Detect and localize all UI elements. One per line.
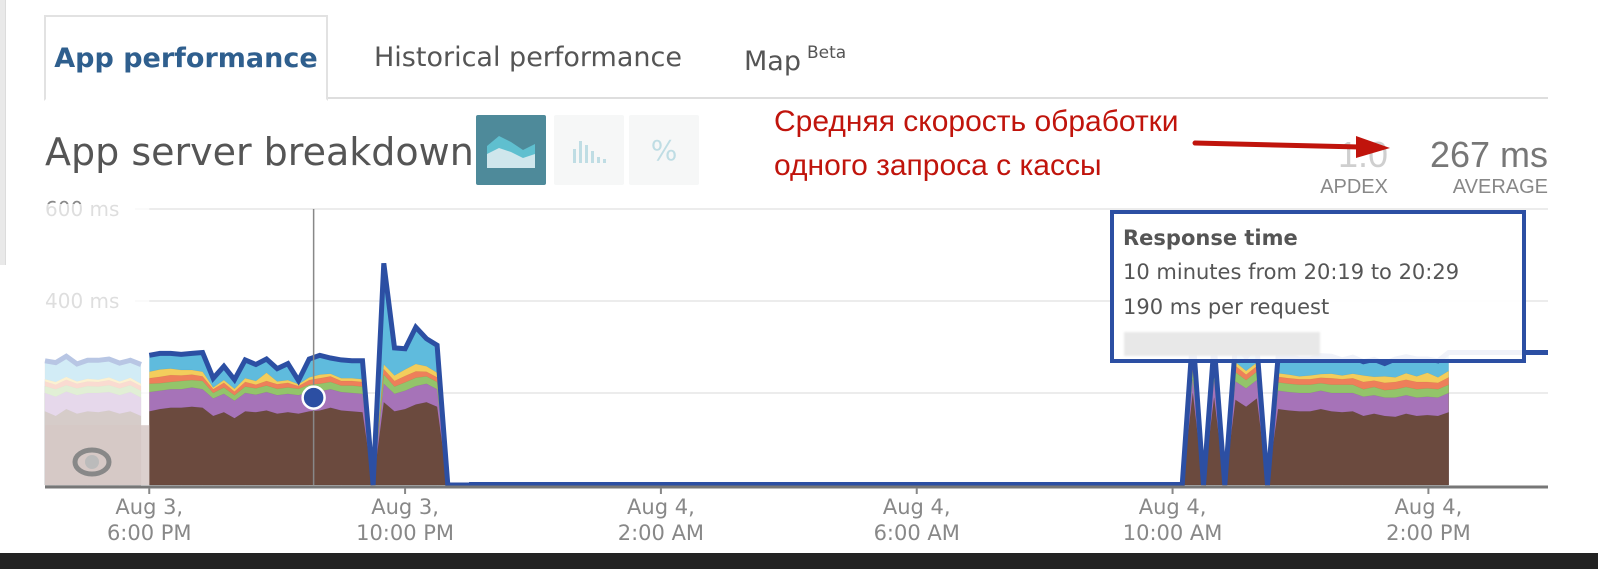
x-tick-label-time: 6:00 PM — [107, 521, 192, 545]
bar-chart-icon — [573, 141, 606, 163]
x-tick-label-time: 10:00 AM — [1123, 521, 1223, 545]
x-tick-label-date: Aug 4, — [1139, 495, 1207, 519]
tab-map[interactable]: Map Beta — [744, 19, 846, 103]
tooltip-title: Response time — [1123, 226, 1298, 250]
bar-chart-view-button[interactable] — [554, 115, 624, 185]
tooltip-time-range: 10 minutes from 20:19 to 20:29 — [1123, 260, 1460, 284]
area-base — [149, 401, 449, 486]
section-title: App server breakdown — [45, 130, 474, 174]
x-tick-label-time: 2:00 PM — [1386, 521, 1471, 545]
x-tick-label-time: 10:00 PM — [356, 521, 454, 545]
x-tick-label-date: Aug 4, — [883, 495, 951, 519]
bottom-edge — [0, 553, 1598, 569]
x-tick-label-date: Aug 3, — [371, 495, 439, 519]
tab-app-performance[interactable]: App performance — [44, 15, 328, 101]
average-value: 267 ms — [1429, 134, 1548, 175]
tab-bar: App performance Historical performance M… — [44, 15, 1548, 101]
annotation-line-2: одного запроса с кассы — [774, 149, 1102, 182]
x-tick-label-time: 6:00 AM — [874, 521, 960, 545]
highlight-point — [301, 385, 326, 410]
average-metric: 267 ms AVERAGE — [1430, 134, 1548, 199]
x-tick-label-date: Aug 3, — [115, 495, 183, 519]
tab-label: Map — [744, 45, 801, 77]
area-chart-icon — [487, 136, 535, 168]
beta-badge: Beta — [806, 43, 847, 63]
eye-pupil-icon — [85, 455, 99, 469]
x-tick-label-time: 2:00 AM — [618, 521, 704, 545]
tab-label: App performance — [54, 42, 318, 74]
tab-historical-performance[interactable]: Historical performance — [374, 15, 682, 99]
annotation-line-1: Средняя скорость обработки — [774, 105, 1179, 138]
x-tick-label-date: Aug 4, — [1395, 495, 1463, 519]
area-chart-view-button[interactable] — [476, 115, 546, 185]
annotation-arrow-icon — [1192, 136, 1390, 158]
tooltip-redacted-line — [1124, 332, 1320, 356]
tooltip-value: 190 ms per request — [1123, 295, 1330, 319]
response-time-tooltip: Response time 10 minutes from 20:19 to 2… — [1110, 210, 1526, 363]
annotation-note: Средняя скорость обработки одного запрос… — [774, 100, 1179, 188]
x-tick-label-date: Aug 4, — [627, 495, 695, 519]
percent-view-button[interactable]: % — [629, 115, 699, 185]
percent-icon: % — [650, 133, 678, 167]
tab-label: Historical performance — [374, 41, 682, 73]
